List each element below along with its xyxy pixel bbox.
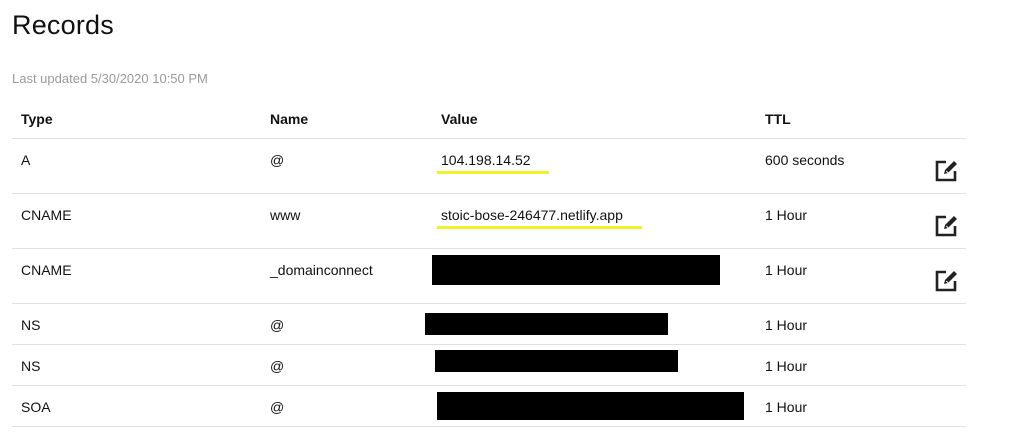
record-ttl: 1 Hour — [765, 262, 808, 278]
redacted-value-block — [425, 313, 668, 335]
table-row: CNAME www stoic-bose-246477.netlify.app 1 H… — [12, 194, 966, 249]
record-ttl: 600 seconds — [765, 152, 845, 168]
redacted-value-block — [435, 350, 678, 372]
edit-icon — [935, 160, 957, 182]
header-name: Name — [270, 111, 309, 127]
header-ttl: TTL — [765, 111, 791, 127]
record-name: @ — [270, 358, 285, 374]
dns-records-page: Records Last updated 5/30/2020 10:50 PM … — [0, 0, 1011, 440]
table-row: NS @1 Hour — [12, 345, 966, 386]
edit-record-button[interactable] — [934, 267, 960, 293]
table-row: NS @1 Hour — [12, 304, 966, 345]
header-type: Type — [21, 111, 53, 127]
record-name: @ — [270, 317, 285, 333]
record-name: @ — [270, 399, 285, 415]
edit-record-button[interactable] — [934, 157, 960, 183]
table-row: SOA @1 Hour — [12, 386, 966, 427]
record-name: _domainconnect — [270, 262, 373, 278]
record-type: NS — [21, 317, 41, 333]
edit-record-button[interactable] — [934, 212, 960, 238]
edit-icon — [935, 270, 957, 292]
record-type: A — [21, 152, 31, 168]
header-value: Value — [441, 111, 478, 127]
record-value: 104.198.14.52 — [441, 152, 531, 168]
record-ttl: 1 Hour — [765, 317, 808, 333]
value-highlight-underline — [437, 171, 549, 174]
table-body: A @104.198.14.52 600 seconds CNAME www stoic-… — [12, 139, 966, 427]
record-ttl: 1 Hour — [765, 207, 808, 223]
table-row: A @104.198.14.52 600 seconds — [12, 139, 966, 194]
record-name: www — [270, 207, 301, 223]
record-value: stoic-bose-246477.netlify.app — [441, 207, 623, 223]
table-row: CNAME _domainconnect 1 Hour — [12, 249, 966, 304]
record-ttl: 1 Hour — [765, 399, 808, 415]
record-type: NS — [21, 358, 41, 374]
last-updated-text: Last updated 5/30/2020 10:50 PM — [12, 71, 208, 86]
redacted-value-block — [432, 255, 720, 285]
record-ttl: 1 Hour — [765, 358, 808, 374]
record-name: @ — [270, 152, 285, 168]
records-table: Type Name Value TTL A @104.198.14.52 600 s… — [12, 98, 966, 427]
redacted-value-block — [437, 392, 744, 420]
record-type: CNAME — [21, 262, 72, 278]
page-title: Records — [12, 10, 114, 40]
table-header-row: Type Name Value TTL — [12, 98, 966, 139]
edit-icon — [935, 215, 957, 237]
value-highlight-underline — [437, 226, 642, 229]
record-type: SOA — [21, 399, 51, 415]
record-type: CNAME — [21, 207, 72, 223]
